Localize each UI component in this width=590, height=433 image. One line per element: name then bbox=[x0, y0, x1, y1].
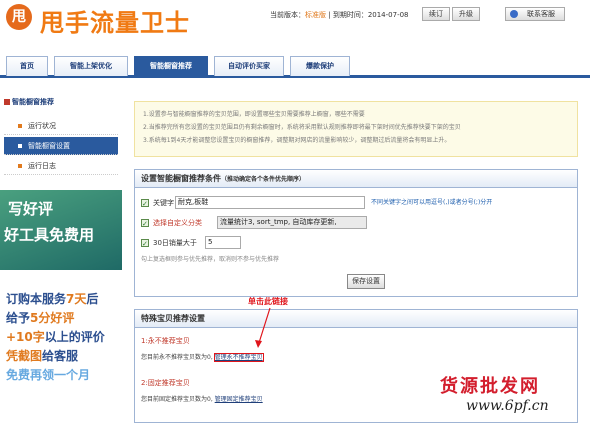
headset-icon bbox=[510, 10, 518, 18]
never-recommend-text: 您目前永不推荐宝贝数为0, 管理永不推荐宝贝 bbox=[141, 352, 264, 362]
annotation-arrow-icon bbox=[255, 307, 271, 348]
bullet-icon bbox=[18, 124, 22, 128]
tab-home[interactable]: 首页 bbox=[6, 56, 48, 76]
notice-line: 3.系统每1到4天才能调整您设置宝贝的橱窗推荐，调整期对网店的流量影响较少，调整… bbox=[143, 137, 451, 144]
tab-listing-optimize[interactable]: 智能上架优化 bbox=[54, 56, 128, 76]
checkbox-hint: 勾上复选框则参与优先推荐，取消则不参与优先推荐 bbox=[141, 256, 280, 263]
promo-banner[interactable]: 写好评 好工具免费用 订购本服务7天后 给予5分好评 +10字以上的评价 凭截图… bbox=[0, 190, 122, 433]
app-title: 甩手流量卫士 bbox=[40, 9, 190, 37]
category-label: 选择自定义分类 bbox=[153, 219, 202, 227]
conditions-title-text: 设置智能橱窗推荐条件 bbox=[141, 174, 221, 183]
fixed-recommend-count: 您目前固定推荐宝贝数为0, bbox=[141, 396, 213, 403]
notice-line: 2.当推荐完所有您设置的宝贝范围且仍有剩余橱窗时，系统将采用默认规则推荐即将最下… bbox=[143, 124, 461, 131]
sales-label: 30日销量大于 bbox=[153, 239, 197, 247]
bullet-icon bbox=[18, 144, 22, 148]
fixed-recommend-text: 您目前固定推荐宝贝数为0, 管理固定推荐宝贝 bbox=[141, 394, 263, 403]
special-title: 特殊宝贝推荐设置 bbox=[135, 310, 577, 328]
sidebar-item-settings[interactable]: 智能橱窗设置 bbox=[4, 137, 118, 155]
keyword-hint: 不同关键字之间可以用逗号(,)或者分号(;)分开 bbox=[371, 199, 493, 206]
annotation-text: 单击此链接 bbox=[248, 297, 288, 306]
keyword-label: 关键字 bbox=[153, 199, 174, 207]
version-info: 当前版本：标准版 | 到期时间：2014-07-08 bbox=[270, 10, 409, 20]
promo-subheadline: 好工具免费用 bbox=[4, 226, 95, 244]
app-header: 甩 甩手流量卫士 当前版本：标准版 | 到期时间：2014-07-08 续订 升… bbox=[0, 0, 590, 50]
tab-window-recommend[interactable]: 智能橱窗推荐 bbox=[134, 56, 208, 76]
square-icon bbox=[4, 99, 10, 105]
promo-line: 订购本服务7天后 bbox=[6, 292, 99, 306]
promo-line: +10字以上的评价 bbox=[6, 330, 105, 344]
keyword-row: 关键字 耐克,板鞋 不同关键字之间可以用逗号(,)或者分号(;)分开 bbox=[141, 196, 571, 211]
sales-input[interactable]: 5 bbox=[205, 236, 241, 249]
promo-headline: 写好评 bbox=[8, 200, 54, 218]
never-recommend-title: 1:永不推荐宝贝 bbox=[141, 337, 190, 345]
version-label: 当前版本： bbox=[270, 11, 305, 19]
sidebar-heading: 智能橱窗推荐 bbox=[2, 95, 120, 109]
promo-line: 免费再领一个月 bbox=[6, 368, 91, 382]
watermark-title: 货源批发网 bbox=[440, 376, 540, 397]
sidebar-item-label: 运行日志 bbox=[28, 162, 56, 170]
watermark: 货源批发网 www.6pf.cn bbox=[428, 368, 590, 433]
contact-service-label: 联系客服 bbox=[527, 10, 555, 18]
sidebar-item-label: 运行状况 bbox=[28, 122, 56, 130]
renew-button[interactable]: 续订 bbox=[422, 7, 450, 21]
sidebar-heading-label: 智能橱窗推荐 bbox=[12, 98, 54, 106]
keyword-input[interactable]: 耐克,板鞋 bbox=[175, 196, 365, 209]
sidebar-item-status[interactable]: 运行状况 bbox=[4, 117, 118, 135]
keyword-checkbox[interactable] bbox=[141, 197, 149, 211]
notice-line: 1.设置参与智能橱窗推荐的宝贝范围，即设置哪些宝贝需要推荐上橱窗，哪些不需要 bbox=[143, 111, 365, 118]
promo-line: 给予5分好评 bbox=[6, 311, 75, 325]
conditions-panel: 设置智能橱窗推荐条件（推动确定各个条件优先顺序） 关键字 耐克,板鞋 不同关键字… bbox=[134, 169, 578, 297]
sales-row: 30日销量大于 5 bbox=[141, 236, 571, 251]
save-settings-button[interactable]: 保存设置 bbox=[347, 274, 385, 289]
expiry-text: | 到期时间：2014-07-08 bbox=[328, 11, 409, 19]
sidebar-item-label: 智能橱窗设置 bbox=[28, 142, 70, 150]
fixed-recommend-title: 2:固定推荐宝贝 bbox=[141, 379, 190, 387]
conditions-title: 设置智能橱窗推荐条件（推动确定各个条件优先顺序） bbox=[135, 170, 577, 188]
watermark-url: www.6pf.cn bbox=[466, 398, 549, 414]
edition-badge: 标准版 bbox=[305, 11, 326, 19]
tab-auto-review[interactable]: 自动评价买家 bbox=[214, 56, 284, 76]
never-recommend-count: 您目前永不推荐宝贝数为0, bbox=[141, 354, 213, 361]
promo-header: 写好评 好工具免费用 bbox=[0, 190, 122, 270]
promo-line: 凭截图给客服 bbox=[6, 349, 79, 363]
manage-never-recommend-link[interactable]: 管理永不推荐宝贝 bbox=[213, 353, 264, 362]
category-select[interactable]: 流量统计3, sort_tmp, 自动库存更新, bbox=[217, 216, 367, 229]
promo-body: 订购本服务7天后 给予5分好评 +10字以上的评价 凭截图给客服 免费再领一个月 bbox=[6, 290, 120, 385]
bullet-icon bbox=[18, 164, 22, 168]
upgrade-button[interactable]: 升级 bbox=[452, 7, 480, 21]
main-nav: 首页 智能上架优化 智能橱窗推荐 自动评价买家 爆款保护 bbox=[0, 52, 590, 78]
category-checkbox[interactable] bbox=[141, 217, 149, 231]
manage-fixed-recommend-link[interactable]: 管理固定推荐宝贝 bbox=[215, 396, 263, 403]
category-row: 选择自定义分类 流量统计3, sort_tmp, 自动库存更新, bbox=[141, 216, 571, 231]
tab-bestseller-protect[interactable]: 爆款保护 bbox=[290, 56, 350, 76]
notice-box: 1.设置参与智能橱窗推荐的宝贝范围，即设置哪些宝贝需要推荐上橱窗，哪些不需要 2… bbox=[134, 101, 578, 157]
sidebar-item-log[interactable]: 运行日志 bbox=[4, 157, 118, 175]
sales-checkbox[interactable] bbox=[141, 237, 149, 251]
logo-icon: 甩 bbox=[6, 4, 32, 30]
contact-service-button[interactable]: 联系客服 bbox=[505, 7, 565, 21]
conditions-subtitle: （推动确定各个条件优先顺序） bbox=[221, 176, 306, 183]
